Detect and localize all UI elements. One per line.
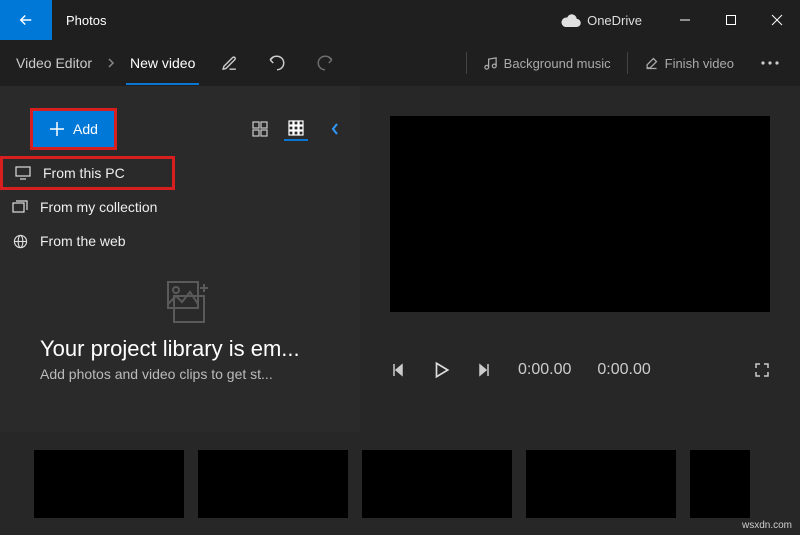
window-controls [662,0,800,40]
app-title: Photos [66,13,106,28]
background-music-button[interactable]: Background music [475,56,619,71]
breadcrumb-active[interactable]: New video [124,55,201,83]
library-empty-icon [160,278,210,324]
play-button[interactable] [432,361,450,379]
titlebar: Photos OneDrive [0,0,800,40]
finish-video-label: Finish video [665,56,734,71]
empty-library-subtitle: Add photos and video clips to get st... [40,366,340,382]
collection-icon [10,200,30,214]
collapse-library-button[interactable] [330,122,340,136]
toolbar: Video Editor New video Background music … [0,40,800,86]
close-button[interactable] [754,0,800,40]
storyboard-clip[interactable] [362,450,512,518]
watermark: wsxdn.com [742,520,792,531]
next-frame-button[interactable] [476,362,492,378]
storyboard-clip[interactable] [34,450,184,518]
menu-item-from-pc[interactable]: From this PC [0,156,175,190]
add-label: Add [73,121,98,137]
content-area: Add From this PC [0,86,800,432]
web-icon [10,234,30,249]
library-view-toggle [248,117,344,141]
menu-label-from-pc: From this PC [43,165,125,181]
storyboard[interactable] [0,432,800,535]
empty-library-message: Your project library is em... Add photos… [40,336,340,382]
add-button[interactable]: Add [33,111,114,147]
maximize-button[interactable] [708,0,754,40]
view-large-tiles-button[interactable] [248,117,272,141]
current-time: 0:00.00 [518,361,571,379]
preview-panel: 0:00.00 0:00.00 [360,86,800,432]
storyboard-clip[interactable] [526,450,676,518]
video-preview[interactable] [390,116,770,312]
add-menu: From this PC From my collection From the… [0,156,175,258]
more-button[interactable] [750,43,790,83]
pc-icon [13,166,33,180]
finish-video-button[interactable]: Finish video [636,56,742,71]
chevron-right-icon [106,58,116,68]
add-button-highlight: Add [30,108,117,150]
rename-button[interactable] [209,43,249,83]
export-icon [644,56,659,71]
breadcrumb-root[interactable]: Video Editor [10,55,98,71]
minimize-button[interactable] [662,0,708,40]
menu-item-from-collection[interactable]: From my collection [0,190,175,224]
menu-item-from-web[interactable]: From the web [0,224,175,258]
plus-icon [49,121,65,137]
menu-label-from-collection: From my collection [40,199,157,215]
background-music-label: Background music [504,56,611,71]
cloud-icon [561,14,581,27]
redo-button[interactable] [305,43,345,83]
undo-button[interactable] [257,43,297,83]
onedrive-label: OneDrive [587,13,642,28]
music-icon [483,56,498,71]
onedrive-status[interactable]: OneDrive [561,13,642,28]
project-library-panel: Add From this PC [0,86,360,432]
playback-controls: 0:00.00 0:00.00 [390,340,770,400]
view-small-tiles-button[interactable] [284,117,308,141]
storyboard-clip[interactable] [198,450,348,518]
total-time: 0:00.00 [597,361,650,379]
menu-label-from-web: From the web [40,233,126,249]
storyboard-clip[interactable] [690,450,750,518]
previous-frame-button[interactable] [390,362,406,378]
fullscreen-button[interactable] [754,362,770,378]
back-button[interactable] [0,0,52,40]
empty-library-title: Your project library is em... [40,336,340,362]
